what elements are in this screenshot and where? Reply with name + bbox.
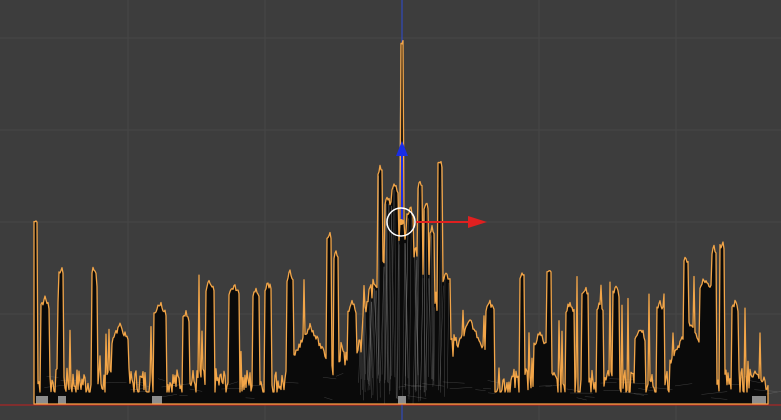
base-block [398,396,406,404]
base-block [752,396,766,404]
base-block [36,396,48,404]
origin-dot-icon [398,219,404,225]
translate-gizmo[interactable] [386,141,487,237]
3d-viewport[interactable] [0,0,781,420]
z-arrow-icon[interactable] [396,141,408,156]
base-block [58,396,66,404]
x-arrow-icon[interactable] [468,216,487,228]
base-block [152,396,162,404]
viewport-canvas[interactable] [0,0,781,420]
